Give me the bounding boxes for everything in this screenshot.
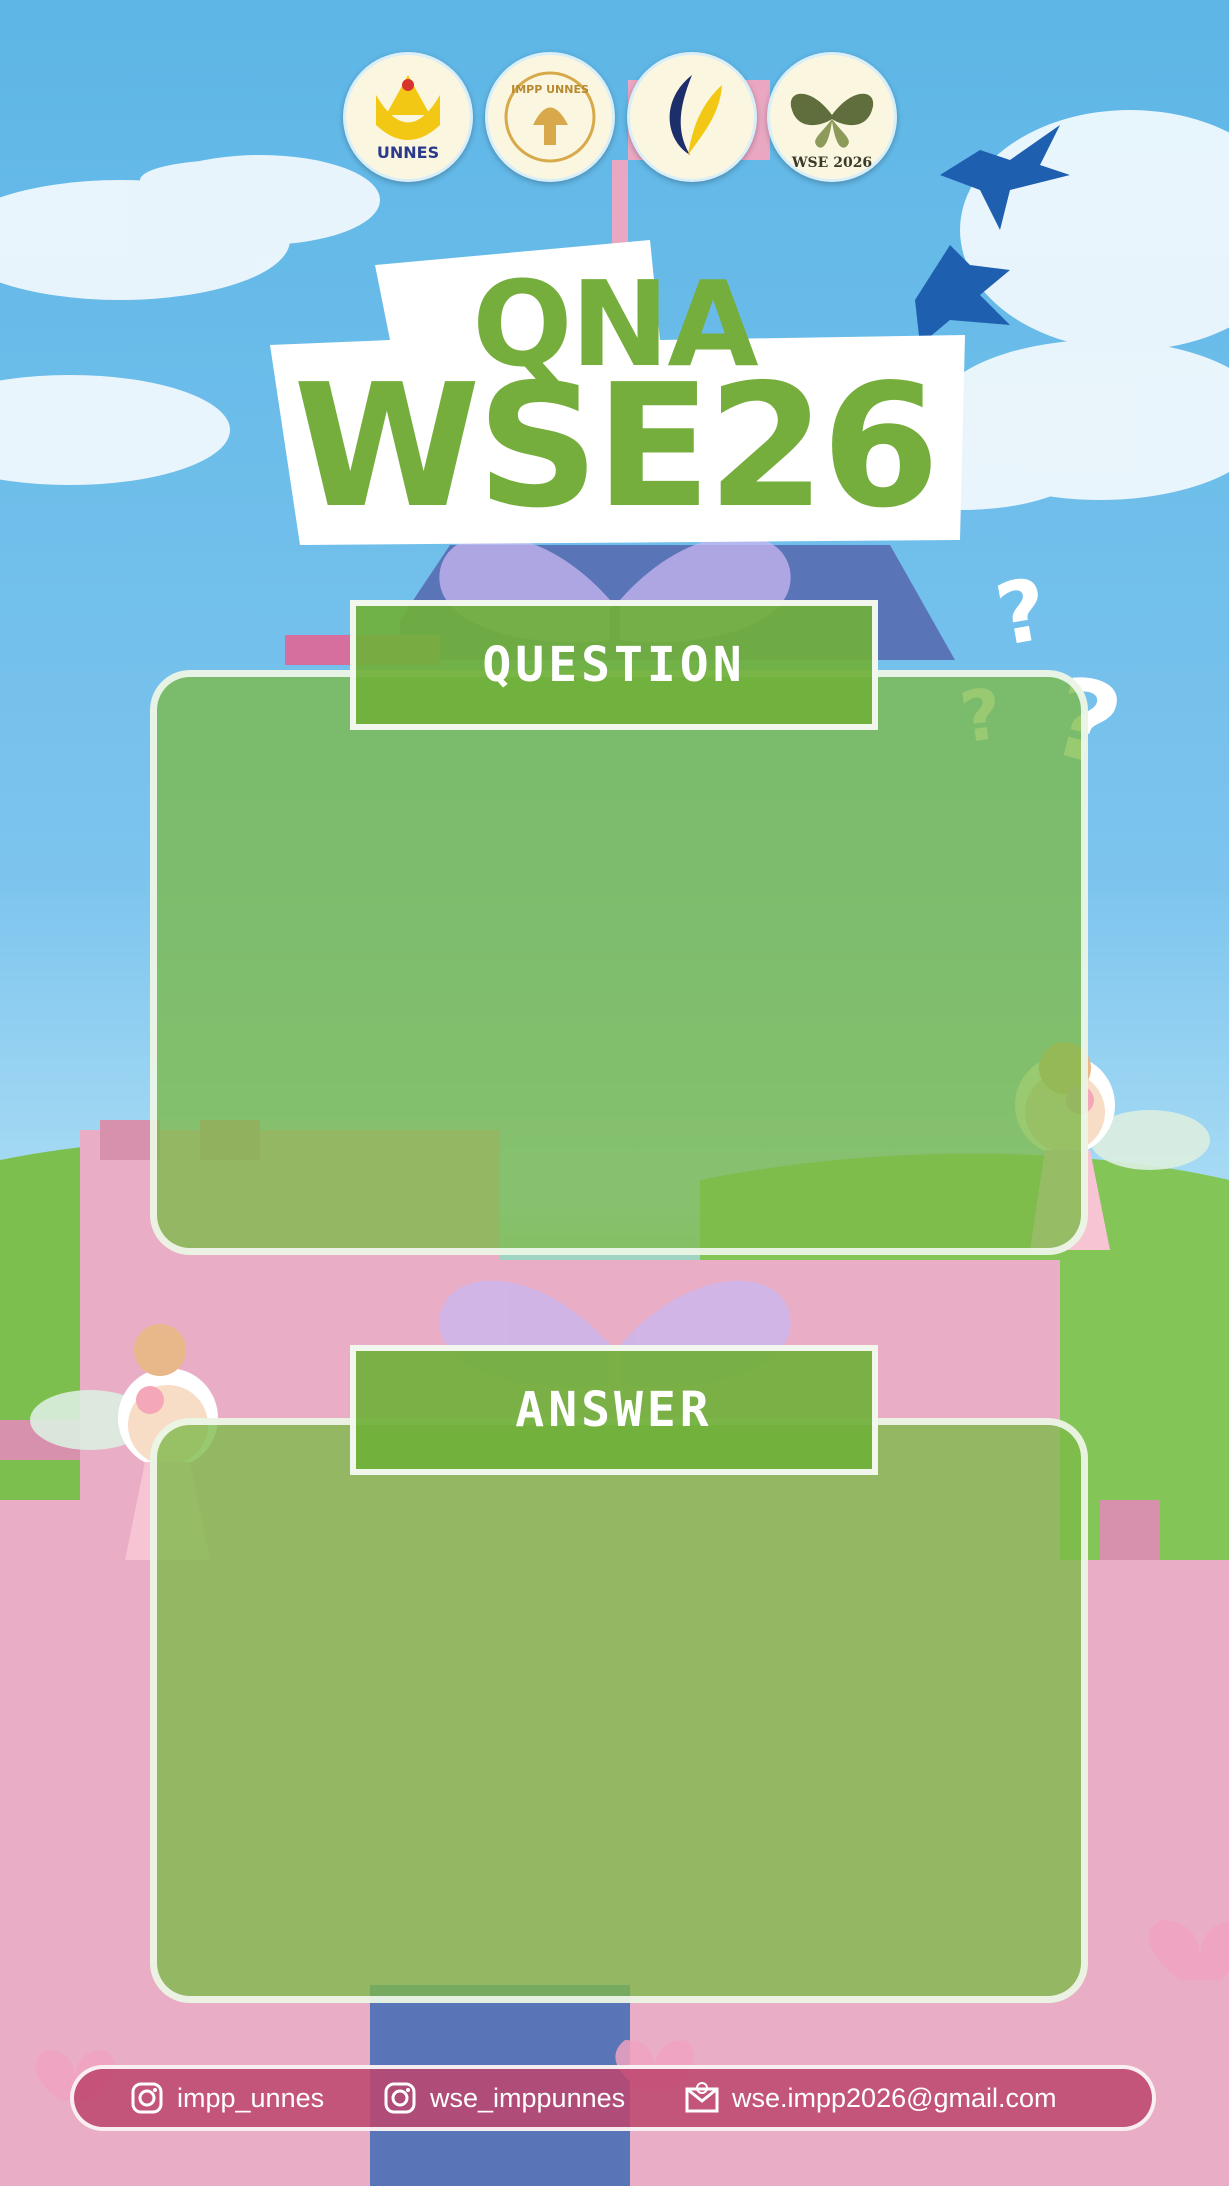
title-line-2: WSE26 xyxy=(293,348,940,546)
instagram-icon xyxy=(382,2080,418,2116)
svg-text:UNNES: UNNES xyxy=(377,143,439,162)
unnes-logo: UNNES xyxy=(343,52,473,182)
butterfly-icon: WSE 2026 xyxy=(790,93,874,171)
footer-item-text: impp_unnes xyxy=(177,2082,325,2113)
footer-instagram-wse[interactable]: wse_imppunnes xyxy=(382,2069,625,2127)
footer-item-text: wse_imppunnes xyxy=(430,2082,626,2113)
wse-2026-logo: WSE 2026 xyxy=(767,52,897,182)
footer-email[interactable]: wse.impp2026@gmail.com xyxy=(684,2069,1057,2127)
svg-text:WSE 2026: WSE 2026 xyxy=(791,155,872,171)
mail-icon xyxy=(684,2080,720,2116)
question-panel[interactable] xyxy=(150,670,1088,1255)
contact-footer: impp_unnes wse_imppunnes wse.impp2026@gm… xyxy=(70,2065,1156,2131)
qna-poster: ? ? ? UNNES xyxy=(0,0,1229,2186)
svg-text:?: ? xyxy=(989,560,1055,666)
question-label: QUESTION xyxy=(350,600,878,730)
answer-label: ANSWER xyxy=(350,1345,878,1475)
impp-unnes-logo: IMPP UNNES xyxy=(485,52,615,182)
footer-item-text: wse.impp2026@gmail.com xyxy=(732,2082,1057,2113)
footer-instagram-impp[interactable]: impp_unnes xyxy=(129,2069,324,2127)
svg-text:IMPP UNNES: IMPP UNNES xyxy=(511,83,589,96)
quill-logo xyxy=(627,52,757,182)
unnes-emblem-icon: UNNES xyxy=(376,75,440,162)
answer-panel[interactable] xyxy=(150,1418,1088,2003)
instagram-icon xyxy=(129,2080,165,2116)
impp-emblem-icon: IMPP UNNES xyxy=(504,71,596,163)
quill-icon xyxy=(669,75,722,155)
